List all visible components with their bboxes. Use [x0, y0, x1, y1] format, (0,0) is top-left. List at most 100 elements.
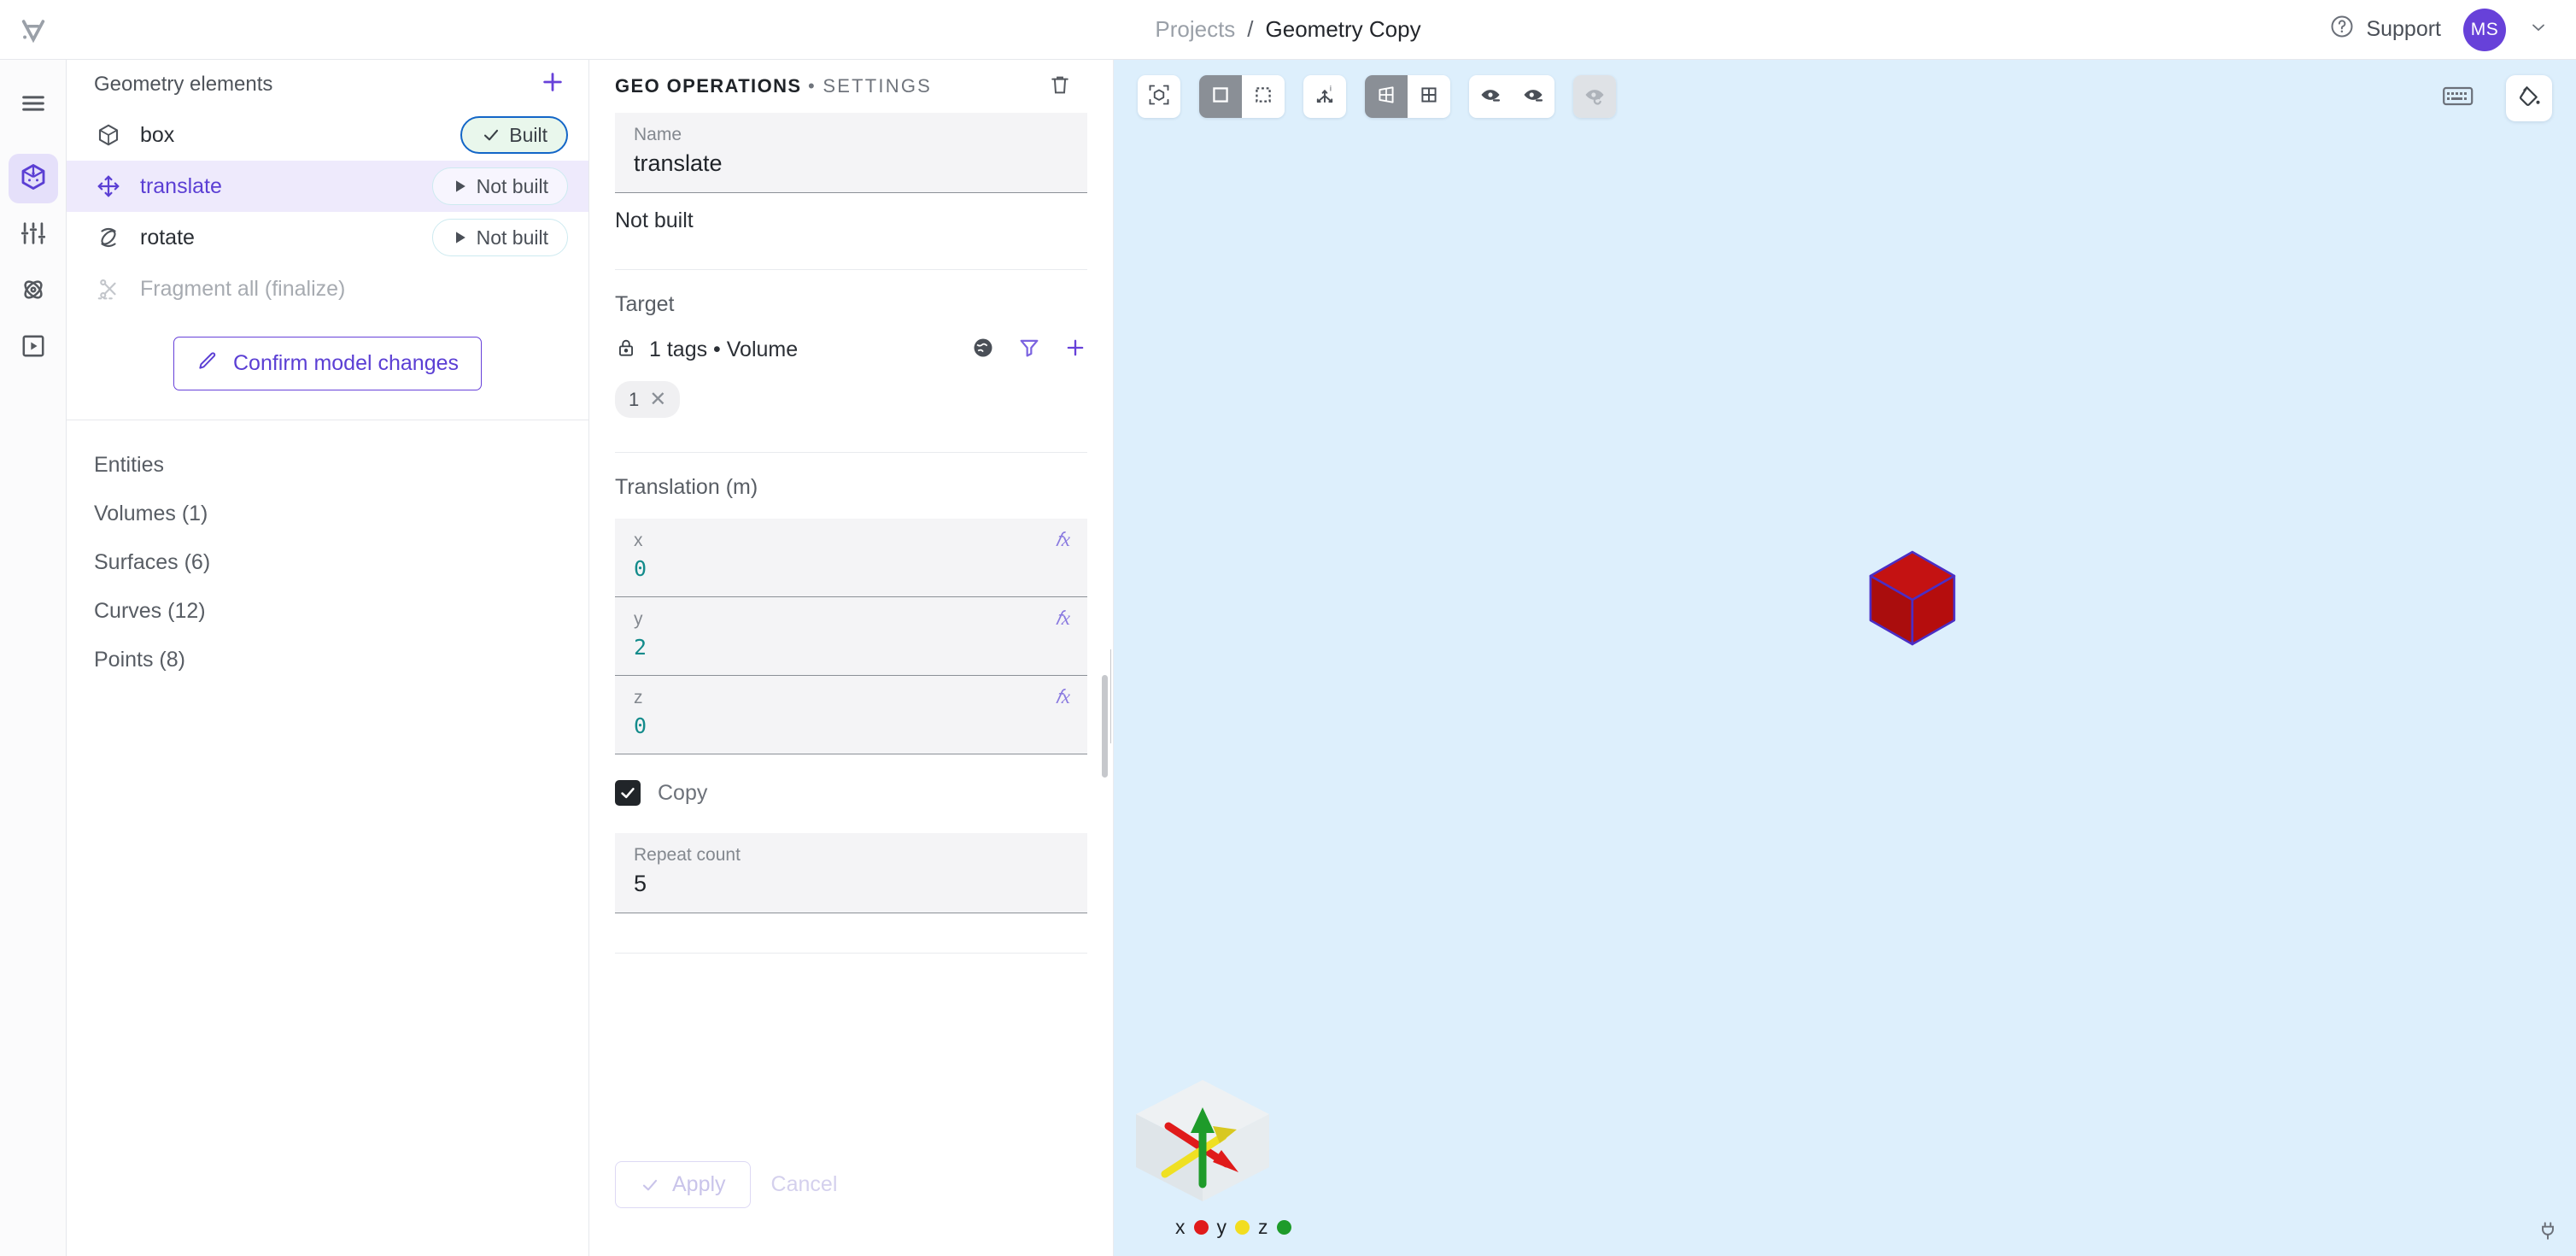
gizmo-legend-y-label: y [1216, 1216, 1227, 1238]
status-badge-not-built[interactable]: Not built [431, 167, 568, 205]
geometry-element-translate[interactable]: translate Not built [67, 161, 588, 212]
select-box-button[interactable] [1242, 75, 1285, 118]
repeat-count-field[interactable]: Repeat count 5 [615, 833, 1087, 913]
fit-to-view-button[interactable] [1138, 75, 1180, 118]
name-field-label: Name [634, 125, 682, 144]
gizmo-legend-z-dot [1276, 1220, 1291, 1235]
list-item-surfaces[interactable]: Surfaces (6) [67, 538, 588, 587]
geometry-panel-header: Geometry elements [67, 60, 588, 109]
sidebar-item-physics[interactable] [9, 267, 58, 316]
play-triangle-icon [455, 180, 465, 192]
cube-outline-icon [94, 122, 123, 148]
apply-button[interactable]: Apply [615, 1161, 751, 1208]
visibility-group [1469, 75, 1554, 118]
move-arrows-icon [94, 173, 123, 199]
sidebar-item-settings[interactable] [9, 210, 58, 260]
chevron-down-icon[interactable] [2528, 17, 2549, 43]
check-icon [642, 1179, 658, 1190]
section-divider-3 [615, 953, 1087, 954]
settings-header-secondary: SETTINGS [823, 75, 933, 97]
status-badge-label: Not built [476, 174, 548, 197]
gizmo-legend: x y z [1117, 1216, 1314, 1239]
settings-panel-header: GEO OPERATIONS • SETTINGS [615, 60, 1094, 113]
list-item-entities[interactable]: Entities [67, 441, 588, 490]
target-chip-label: 1 [629, 388, 640, 410]
view-grid-button[interactable] [1408, 75, 1450, 118]
geometry-element-rotate[interactable]: rotate Not built [67, 212, 588, 263]
sidebar-item-run[interactable] [9, 323, 58, 373]
hide-all-button[interactable] [1512, 75, 1554, 118]
trash-icon[interactable] [1048, 73, 1072, 101]
translation-z-label: z [634, 688, 643, 707]
axis-info-icon: i [1313, 83, 1337, 111]
globe-icon[interactable] [971, 336, 995, 364]
gizmo-legend-x-dot [1193, 1220, 1209, 1235]
keyboard-icon[interactable] [2443, 85, 2474, 113]
brand-logo-icon[interactable] [0, 0, 67, 60]
target-chip[interactable]: 1 ✕ [615, 381, 681, 418]
settings-scrollbar[interactable] [1102, 675, 1108, 778]
translation-z-field[interactable]: z 0 𝑓x [615, 676, 1087, 754]
geometry-element-fragment-all[interactable]: Fragment all (finalize) [67, 263, 588, 314]
svg-text:i: i [1330, 84, 1332, 92]
build-status-text: Not built [615, 208, 694, 232]
close-icon[interactable]: ✕ [649, 387, 666, 412]
status-badge-built[interactable]: Built [460, 116, 568, 154]
list-item-volumes[interactable]: Volumes (1) [67, 490, 588, 538]
function-icon[interactable]: 𝑓x [1056, 686, 1070, 708]
geometry-element-box[interactable]: box Built [67, 109, 588, 161]
rotate-icon [94, 225, 123, 250]
confirm-model-changes-button[interactable]: Confirm model changes [173, 337, 482, 390]
hide-entity-button[interactable] [1469, 75, 1512, 118]
view-perspective-button[interactable] [1365, 75, 1408, 118]
view-mode-group [1365, 75, 1450, 118]
add-target-icon[interactable] [1063, 336, 1087, 364]
cancel-button[interactable]: Cancel [771, 1172, 838, 1197]
selection-mode-group [1199, 75, 1285, 118]
translation-y-field[interactable]: y 2 𝑓x [615, 597, 1087, 676]
top-bar: Projects / Geometry Copy Support MS [0, 0, 2576, 60]
copy-checkbox-row[interactable]: Copy [615, 754, 1087, 806]
plug-icon[interactable] [2537, 1219, 2559, 1246]
translation-x-field[interactable]: x 0 𝑓x [615, 519, 1087, 597]
select-solid-button[interactable] [1199, 75, 1242, 118]
add-geometry-element-button[interactable] [539, 68, 566, 102]
target-section-label: Target [615, 292, 675, 316]
avatar[interactable]: MS [2463, 8, 2506, 51]
geometry-element-label: translate [140, 173, 222, 198]
hamburger-menu-icon[interactable] [9, 79, 58, 128]
name-field-value: translate [634, 150, 723, 176]
axis-gizmo[interactable]: x y z [1117, 1065, 1314, 1239]
fragment-icon [94, 276, 123, 302]
filter-icon[interactable] [1017, 336, 1041, 364]
lock-icon[interactable] [615, 337, 637, 363]
gizmo-legend-z-label: z [1258, 1216, 1268, 1238]
check-icon [484, 129, 499, 141]
translation-y-label: y [634, 609, 643, 629]
model-cube[interactable] [1865, 547, 1959, 654]
sliders-icon [19, 219, 48, 252]
support-button[interactable]: Support [2329, 14, 2441, 45]
copy-checkbox-label: Copy [658, 780, 708, 805]
left-rail [0, 60, 67, 1256]
list-item-points[interactable]: Points (8) [67, 636, 588, 684]
breadcrumb-projects-link[interactable]: Projects [1155, 16, 1235, 43]
sidebar-item-geometry[interactable] [8, 154, 58, 203]
function-icon[interactable]: 𝑓x [1056, 529, 1070, 551]
copy-checkbox[interactable] [615, 780, 641, 806]
translation-x-value: 0 [634, 556, 647, 581]
list-item-curves[interactable]: Curves (12) [67, 587, 588, 636]
restore-hidden-button[interactable] [1573, 75, 1616, 118]
breadcrumb-current: Geometry Copy [1265, 16, 1421, 42]
grid-icon [1418, 84, 1440, 110]
paint-bucket-button[interactable] [2506, 75, 2552, 121]
axis-info-button[interactable]: i [1303, 75, 1346, 118]
status-badge-not-built[interactable]: Not built [431, 219, 568, 256]
function-icon[interactable]: 𝑓x [1056, 607, 1070, 630]
name-field[interactable]: Name translate [615, 113, 1087, 193]
3d-viewport[interactable]: i x y z [1114, 60, 2576, 1256]
gizmo-legend-y-dot [1235, 1220, 1250, 1235]
repeat-count-value: 5 [634, 871, 647, 896]
geometry-element-label: rotate [140, 225, 195, 249]
breadcrumb: Projects / Geometry Copy [1155, 16, 1420, 43]
